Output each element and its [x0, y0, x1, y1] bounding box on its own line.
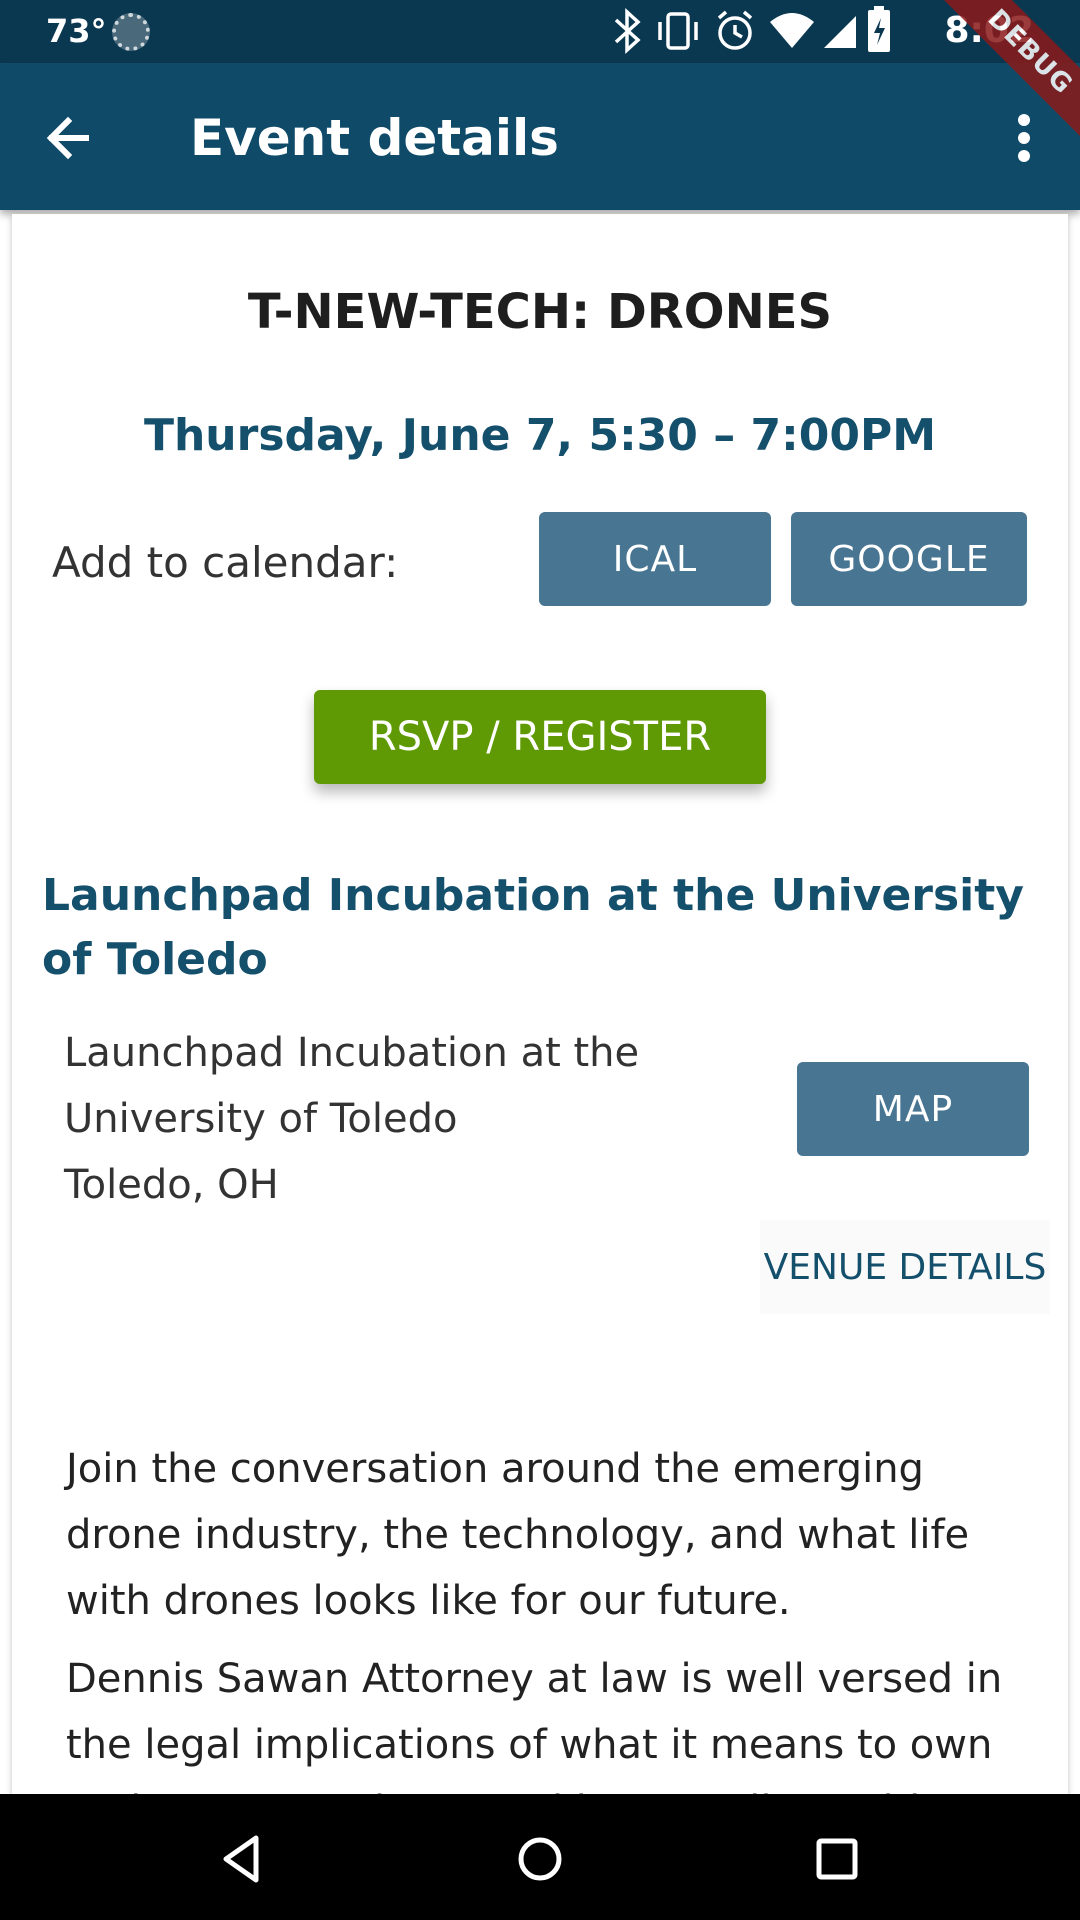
wifi-icon: [770, 13, 814, 48]
event-date: Thursday, June 7, 5:30 – 7:00PM: [143, 410, 937, 461]
ical-button[interactable]: ICAL: [539, 512, 771, 606]
nav-back-icon[interactable]: [208, 1824, 278, 1894]
venue-details-button[interactable]: VENUE DETAILS: [760, 1220, 1050, 1314]
app-bar: Event details: [0, 63, 1080, 210]
back-arrow-icon[interactable]: [36, 103, 106, 173]
signal-icon: [824, 16, 856, 48]
status-bar: 73° 8:02: [0, 0, 1080, 63]
venue-address: Launchpad Incubation at the University o…: [64, 1020, 664, 1218]
rsvp-register-button[interactable]: RSVP / REGISTER: [314, 690, 766, 784]
nav-recents-icon[interactable]: [802, 1824, 872, 1894]
add-to-calendar-label: Add to calendar:: [52, 538, 399, 587]
weather-icon: [112, 13, 150, 51]
map-button[interactable]: MAP: [797, 1062, 1029, 1156]
page-title: Event details: [190, 109, 559, 167]
navigation-bar: [0, 1794, 1080, 1920]
event-title: T-NEW-TECH: DRONES: [247, 284, 833, 340]
alarm-icon: [717, 10, 753, 50]
battery-icon: [868, 6, 890, 52]
more-vert-icon[interactable]: [994, 103, 1054, 173]
address-line: Toledo, OH: [64, 1162, 279, 1208]
venue-title: Launchpad Incubation at the University o…: [42, 870, 1024, 985]
bluetooth-icon: [614, 8, 641, 54]
vibrate-icon: [658, 12, 698, 50]
description-paragraph: Join the conversation around the emergin…: [66, 1446, 970, 1624]
address-line: Launchpad Incubation at the: [64, 1030, 640, 1076]
event-description: Join the conversation around the emergin…: [66, 1436, 1026, 1794]
temperature-text: 73°: [46, 12, 107, 50]
google-calendar-button[interactable]: GOOGLE: [791, 512, 1027, 606]
nav-home-icon[interactable]: [505, 1824, 575, 1894]
event-card: T-NEW-TECH: DRONES Thursday, June 7, 5:3…: [12, 214, 1068, 1794]
description-paragraph: Dennis Sawan Attorney at law is well ver…: [66, 1656, 1022, 1794]
address-line: University of Toledo: [64, 1096, 458, 1142]
